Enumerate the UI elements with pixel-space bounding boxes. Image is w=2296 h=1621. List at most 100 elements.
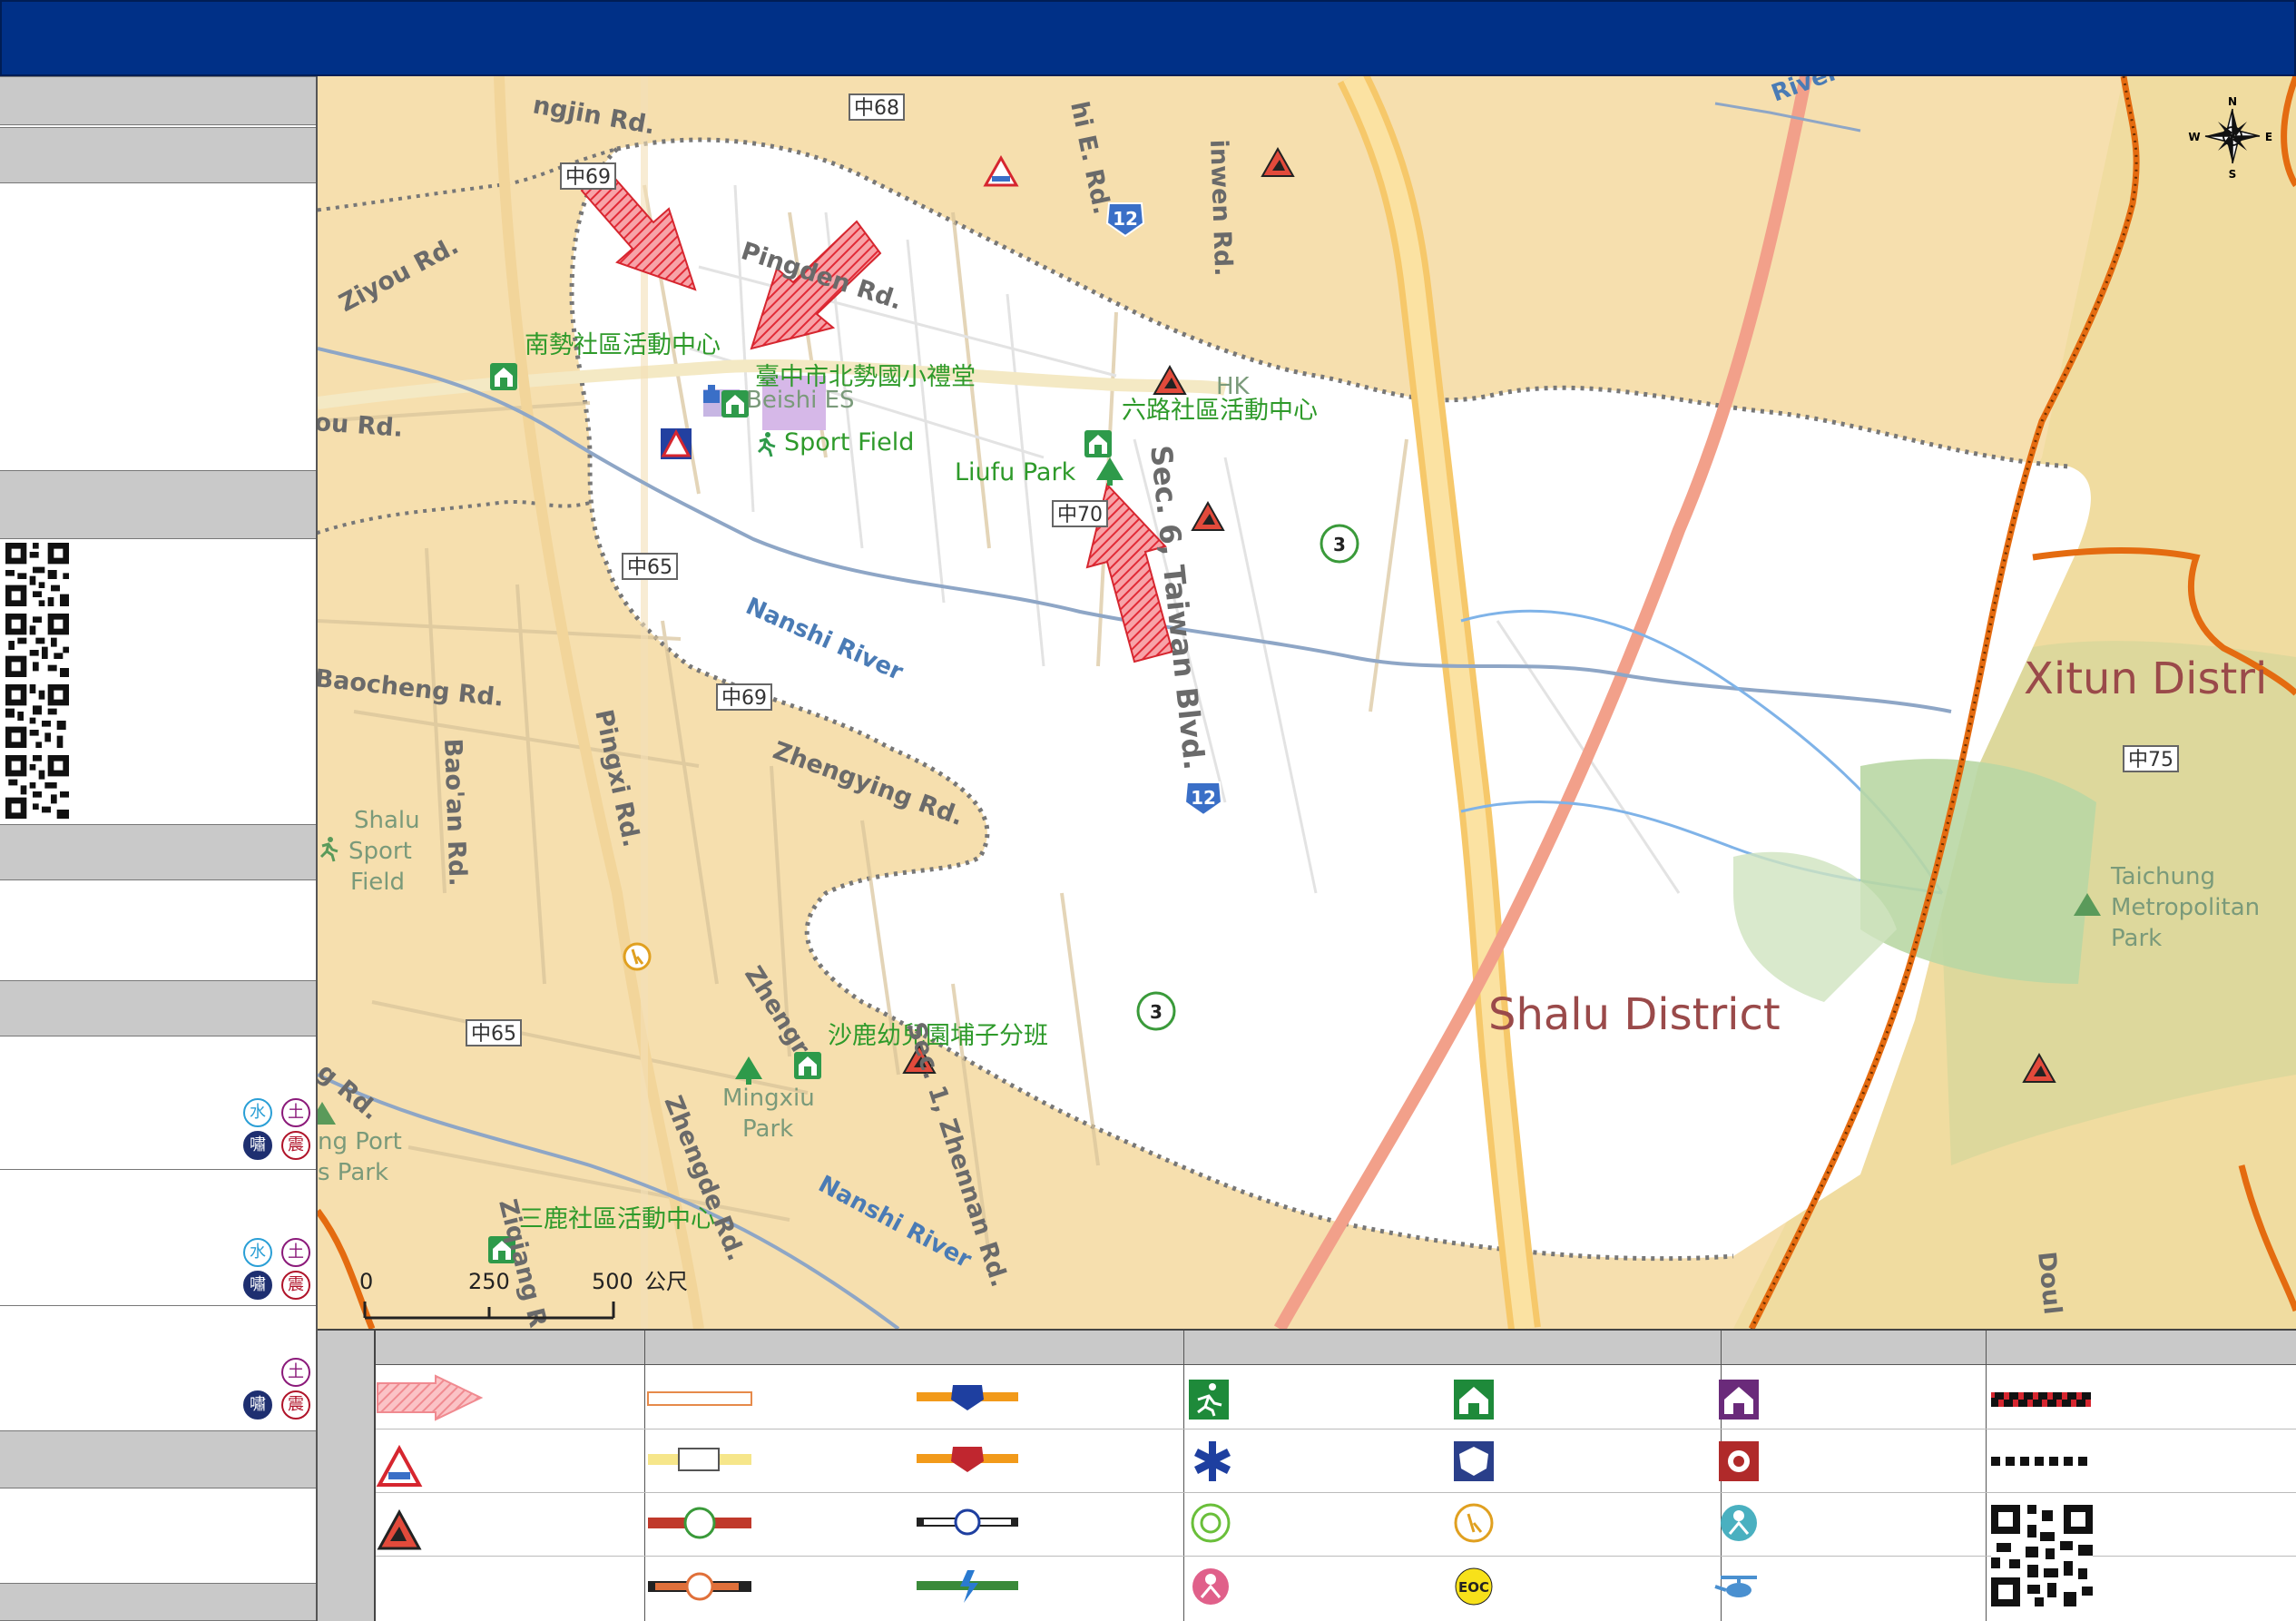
label-sport-field: Sport Field <box>784 428 914 457</box>
legend-provincial-road <box>648 1507 751 1539</box>
tsunami-hazard-icon: 嘯 <box>243 1131 272 1160</box>
legend-helicopter-icon <box>1714 1576 1757 1597</box>
label-inwen-road: inwen Rd. <box>1204 139 1237 277</box>
sidebar-header-6 <box>0 1430 316 1488</box>
tsunami-hazard-icon: 嘯 <box>243 1390 272 1420</box>
legend-hsr-line <box>917 1570 1018 1603</box>
route-shield: 中68 <box>849 93 905 121</box>
route-shield: 中65 <box>466 1019 522 1046</box>
scale-label: 250 <box>468 1269 510 1294</box>
legend-disabled-care-icon <box>1191 1503 1231 1543</box>
scale-label: 500 <box>592 1269 633 1294</box>
sidebar-header-3 <box>0 470 316 539</box>
flood-warning-icon[interactable] <box>661 428 692 459</box>
sidebar-header-4 <box>0 824 316 880</box>
legend-road-secondary <box>648 1448 751 1471</box>
legend-evac-arrow-icon <box>377 1374 484 1421</box>
elderly-care-icon <box>623 942 652 971</box>
sidebar-divider <box>0 1169 316 1170</box>
provincial-shield: 3 <box>1320 524 1359 564</box>
label-jou-road: ou Rd. <box>318 408 404 443</box>
provincial-shield: 3 <box>1136 991 1176 1031</box>
label-beishi-es: Beishi ES <box>746 387 855 414</box>
eoc-label: EOC <box>1458 1579 1489 1596</box>
label-nanshi-center: 南勢社區活動中心 <box>525 331 721 359</box>
route-label: 中69 <box>721 687 767 710</box>
legend-child-care-icon <box>1192 1568 1229 1605</box>
legend-road-primary <box>647 1391 752 1406</box>
route-label: 中75 <box>2128 749 2173 771</box>
route-shield: 中75 <box>2123 745 2179 772</box>
provincial-label: 3 <box>1333 534 1346 555</box>
freeway-label: 12 <box>1113 208 1138 230</box>
label-liulu-center: 六路社區活動中心 <box>1122 397 1318 425</box>
label-baoan-road: Bao'an Rd. <box>438 738 472 887</box>
label-liufu-park: Liufu Park <box>955 458 1076 486</box>
legend-family-care-icon <box>1721 1505 1757 1541</box>
freeway-label: 12 <box>1191 787 1216 809</box>
scale-unit: 公尺 <box>644 1269 688 1294</box>
quake-hazard-icon: 震 <box>281 1390 310 1420</box>
legend-rail-line <box>917 1508 1018 1536</box>
label-xitun-district: Xitun Distri <box>2024 653 2267 704</box>
legend-medical-icon <box>1194 1441 1231 1481</box>
label-sanlu-center: 三鹿社區活動中心 <box>519 1205 715 1233</box>
legend-district-boundary <box>1991 1392 2091 1407</box>
sidebar-header-1 <box>0 76 316 125</box>
route-label: 中70 <box>1057 504 1103 526</box>
route-shield: 中69 <box>560 162 616 190</box>
evacuation-map[interactable]: 中68 中69 中65 中69 中70 中65 中75 12 12 3 3 南勢… <box>318 76 2296 1329</box>
legend-fire-station-icon <box>1719 1441 1759 1481</box>
qr-code-2[interactable] <box>5 614 69 677</box>
sidebar-header-5 <box>0 980 316 1036</box>
legend-landslide-icon <box>377 1508 422 1550</box>
legend-freeway <box>917 1385 1018 1410</box>
map-legend: EOC <box>318 1329 2296 1621</box>
qr-code-4[interactable] <box>5 755 69 819</box>
legend-police-icon <box>1454 1441 1494 1481</box>
qr-code-3[interactable] <box>5 684 69 748</box>
route-shield: 中69 <box>716 683 772 711</box>
route-label: 中65 <box>627 556 672 579</box>
route-label: 中69 <box>565 166 611 189</box>
shelter-icon[interactable] <box>490 363 517 390</box>
sidebar-divider <box>0 1305 316 1306</box>
legend-eoc-icon: EOC <box>1455 1567 1493 1606</box>
shelter-icon[interactable] <box>1084 430 1112 457</box>
route-label: 中68 <box>854 97 899 120</box>
sidebar-header-2 <box>0 127 316 183</box>
legend-elderly-care-icon <box>1454 1503 1494 1543</box>
soil-hazard-icon: 土 <box>281 1358 310 1387</box>
sidebar-header-7 <box>0 1583 316 1621</box>
legend-shelter-special-icon <box>1719 1380 1759 1420</box>
label-shalu-district: Shalu District <box>1488 989 1781 1040</box>
qr-code-legend[interactable] <box>1991 1505 2093 1606</box>
legend-railway <box>648 1572 751 1601</box>
soil-hazard-icon: 土 <box>281 1238 310 1267</box>
compass-n: N <box>2228 95 2237 108</box>
quake-hazard-icon: 震 <box>281 1271 310 1300</box>
soil-hazard-icon: 土 <box>281 1098 310 1127</box>
title-bar <box>0 0 2296 76</box>
legend-shelter-icon <box>1454 1380 1494 1420</box>
info-sidebar: 水 土 嘯 震 水 土 嘯 震 土 嘯 震 <box>0 76 318 1621</box>
shelter-icon[interactable] <box>794 1052 821 1079</box>
legend-flood-warning-icon <box>376 1444 423 1487</box>
water-hazard-icon: 水 <box>243 1098 272 1127</box>
label-hk: HK <box>1216 373 1251 400</box>
compass-w: W <box>2188 131 2200 143</box>
legend-expressway <box>917 1447 1018 1472</box>
map-sheet: 水 土 嘯 震 水 土 嘯 震 土 嘯 震 中68 中69 中65 中69 中7… <box>0 0 2296 1621</box>
shelter-icon[interactable] <box>721 390 749 418</box>
route-shield: 中65 <box>622 553 678 580</box>
compass-e: E <box>2265 131 2272 143</box>
water-hazard-icon: 水 <box>243 1238 272 1267</box>
compass-s: S <box>2229 168 2237 181</box>
quake-hazard-icon: 震 <box>281 1131 310 1160</box>
route-label: 中65 <box>471 1023 516 1046</box>
scale-label: 0 <box>359 1269 373 1294</box>
route-shield: 中70 <box>1052 500 1108 527</box>
legend-sport-icon <box>1189 1380 1229 1420</box>
qr-code-1[interactable] <box>5 543 69 606</box>
tsunami-hazard-icon: 嘯 <box>243 1271 272 1300</box>
